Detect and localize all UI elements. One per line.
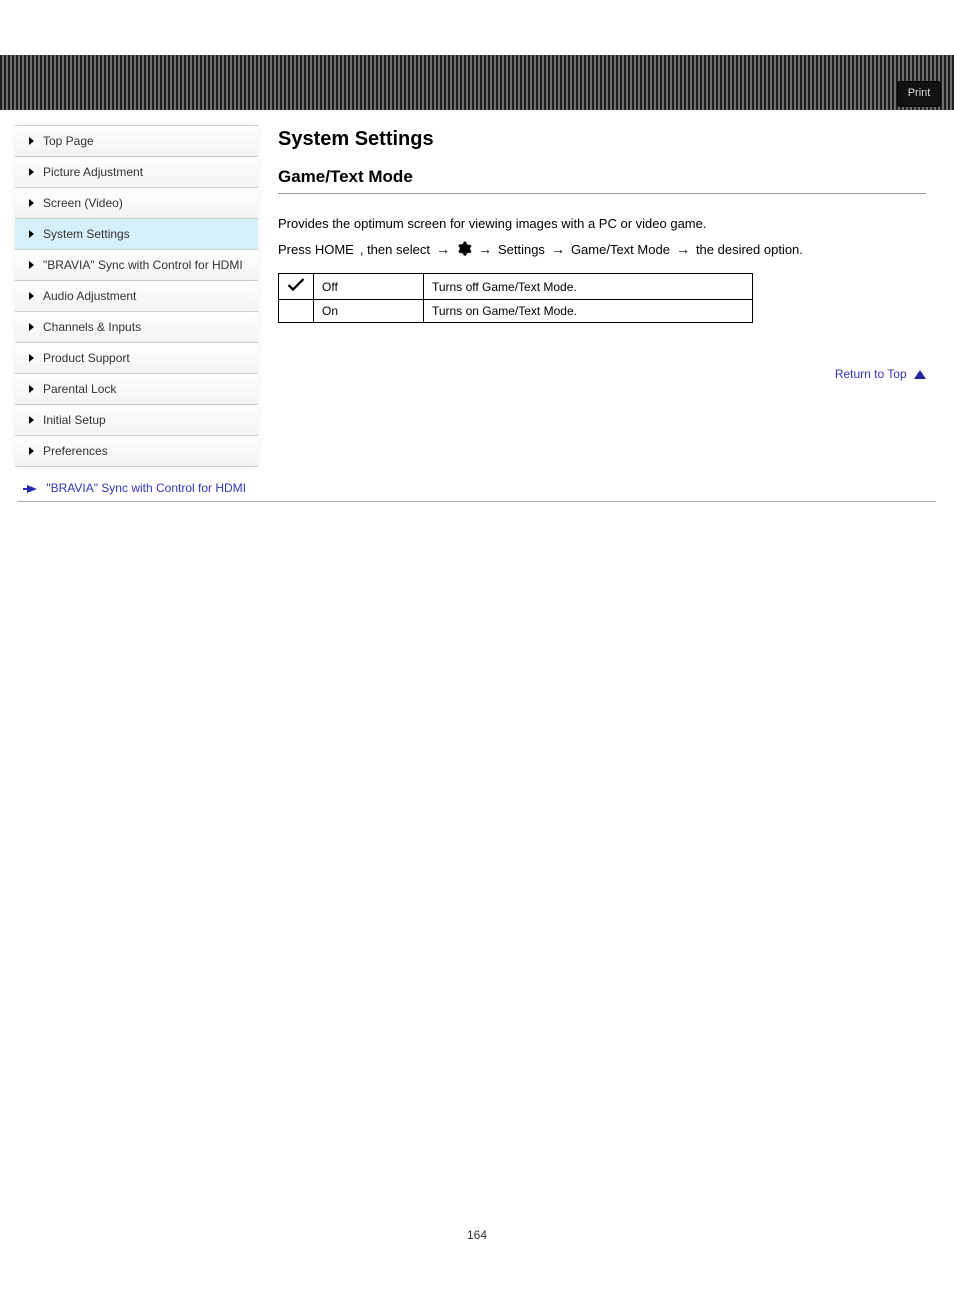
- check-cell: [279, 300, 314, 323]
- arrow-right-icon: →: [478, 241, 492, 257]
- sidebar-item-label: Picture Adjustment: [43, 165, 143, 179]
- sidebar-item-label: System Settings: [43, 227, 130, 241]
- sidebar-item-label: Channels & Inputs: [43, 320, 141, 334]
- triangle-right-icon: [29, 447, 34, 455]
- path-seg: Press HOME: [278, 242, 354, 257]
- sidebar-item[interactable]: Channels & Inputs: [15, 312, 258, 343]
- option-name: On: [314, 300, 424, 323]
- sidebar-item[interactable]: Product Support: [15, 343, 258, 374]
- option-desc: Turns on Game/Text Mode.: [424, 300, 753, 323]
- triangle-right-icon: [29, 323, 34, 331]
- sidebar: Top Page Picture Adjustment Screen (Video)…: [0, 110, 258, 467]
- triangle-right-icon: [29, 416, 34, 424]
- triangle-up-icon: [914, 370, 926, 379]
- page-title: System Settings: [278, 128, 926, 151]
- path-seg: Settings: [498, 242, 545, 257]
- sidebar-item-label: Initial Setup: [43, 413, 106, 427]
- sidebar-menu: Top Page Picture Adjustment Screen (Video)…: [15, 125, 258, 467]
- option-desc: Turns off Game/Text Mode.: [424, 274, 753, 300]
- page-number: 164: [0, 1228, 954, 1242]
- nav-path: Press HOME , then select → → Settings → …: [278, 241, 926, 257]
- main-content: System Settings Game/Text Mode Provides …: [258, 110, 954, 467]
- bravia-sync-link[interactable]: "BRAVIA" Sync with Control for HDMI: [0, 481, 258, 495]
- header-bar: Print: [0, 55, 954, 110]
- intro-text: Provides the optimum screen for viewing …: [278, 216, 926, 231]
- sidebar-item[interactable]: Parental Lock: [15, 374, 258, 405]
- path-seg: Game/Text Mode: [571, 242, 670, 257]
- arrow-right-blue-icon: [27, 485, 37, 493]
- sidebar-item-label: Parental Lock: [43, 382, 116, 396]
- triangle-right-icon: [29, 292, 34, 300]
- table-row: OffTurns off Game/Text Mode.: [279, 274, 753, 300]
- sidebar-item[interactable]: Initial Setup: [15, 405, 258, 436]
- sidebar-item[interactable]: Top Page: [15, 126, 258, 157]
- sidebar-item[interactable]: Picture Adjustment: [15, 157, 258, 188]
- arrow-right-icon: →: [436, 241, 450, 257]
- sidebar-item-label: "BRAVIA" Sync with Control for HDMI: [43, 258, 243, 272]
- triangle-right-icon: [29, 354, 34, 362]
- sidebar-item[interactable]: "BRAVIA" Sync with Control for HDMI: [15, 250, 258, 281]
- triangle-right-icon: [29, 261, 34, 269]
- header-title: [0, 55, 954, 110]
- print-button[interactable]: Print: [897, 81, 941, 107]
- sidebar-item-label: Product Support: [43, 351, 130, 365]
- bottom-divider: [18, 501, 936, 502]
- sidebar-item[interactable]: Audio Adjustment: [15, 281, 258, 312]
- option-name: Off: [314, 274, 424, 300]
- gear-icon: [456, 241, 472, 257]
- table-row: OnTurns on Game/Text Mode.: [279, 300, 753, 323]
- triangle-right-icon: [29, 168, 34, 176]
- check-icon: [287, 278, 305, 295]
- arrow-right-icon: →: [551, 241, 565, 257]
- sidebar-item[interactable]: System Settings: [15, 219, 258, 250]
- sidebar-item[interactable]: Screen (Video): [15, 188, 258, 219]
- triangle-right-icon: [29, 137, 34, 145]
- triangle-right-icon: [29, 199, 34, 207]
- section-title: Game/Text Mode: [278, 167, 926, 187]
- path-seg: the desired option.: [696, 242, 803, 257]
- sidebar-item-label: Preferences: [43, 444, 108, 458]
- triangle-right-icon: [29, 230, 34, 238]
- return-to-top[interactable]: Return to Top: [278, 367, 926, 381]
- path-seg: , then select: [360, 242, 430, 257]
- bravia-sync-label: "BRAVIA" Sync with Control for HDMI: [46, 481, 246, 495]
- section-rule: [278, 193, 926, 194]
- return-to-top-label: Return to Top: [835, 367, 907, 381]
- sidebar-item[interactable]: Preferences: [15, 436, 258, 467]
- options-table: OffTurns off Game/Text Mode.OnTurns on G…: [278, 273, 753, 323]
- check-cell: [279, 274, 314, 300]
- triangle-right-icon: [29, 385, 34, 393]
- sidebar-item-label: Top Page: [43, 134, 94, 148]
- sidebar-item-label: Screen (Video): [43, 196, 123, 210]
- arrow-right-icon: →: [676, 241, 690, 257]
- sidebar-item-label: Audio Adjustment: [43, 289, 136, 303]
